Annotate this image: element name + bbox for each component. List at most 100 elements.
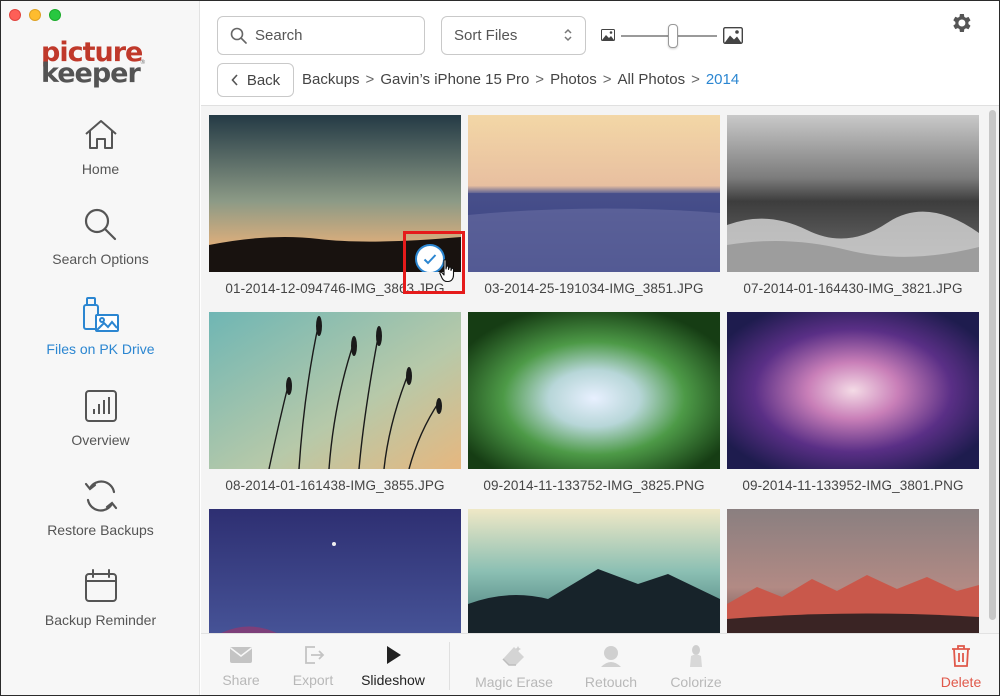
thumbnail-size-slider[interactable]	[601, 23, 743, 49]
search-input[interactable]	[255, 27, 405, 44]
photo-ocean-waves	[727, 115, 979, 272]
sidebar-item-label: Home	[81, 161, 120, 177]
photo-thumbnail	[209, 509, 461, 633]
photo-tile[interactable]	[468, 509, 720, 633]
sidebar-item-restore-backups[interactable]: Restore Backups	[1, 478, 200, 558]
small-image-icon	[601, 29, 615, 41]
share-button[interactable]: Share	[221, 644, 261, 688]
settings-button[interactable]	[949, 11, 973, 40]
vertical-scrollbar[interactable]	[985, 106, 999, 633]
selected-check-badge[interactable]	[415, 244, 445, 272]
delete-label: Delete	[940, 674, 982, 690]
photo-tile[interactable]	[209, 509, 461, 633]
sidebar: picture keeper® Home Search Options File…	[1, 1, 200, 695]
file-name: 09-2014-11-133752-IMG_3825.PNG	[483, 478, 705, 493]
sidebar-item-label: Restore Backups	[47, 522, 154, 538]
checkmark-icon	[423, 254, 437, 265]
breadcrumb: Backups > Gavin’s iPhone 15 Pro > Photos…	[302, 71, 739, 88]
export-button[interactable]: Export	[289, 644, 337, 688]
sidebar-item-files-on-pk-drive[interactable]: Files on PK Drive	[1, 297, 200, 377]
file-name: 01-2014-12-094746-IMG_3863.JPG	[225, 281, 445, 296]
breadcrumb-all-photos[interactable]: All Photos	[618, 71, 686, 88]
breadcrumb-separator: >	[535, 71, 545, 88]
photo-tile[interactable]: 09-2014-11-133752-IMG_3825.PNG	[468, 312, 720, 493]
file-name: 08-2014-01-161438-IMG_3855.JPG	[225, 478, 445, 493]
photo-tile[interactable]: 03-2014-25-191034-IMG_3851.JPG	[468, 115, 720, 296]
chevron-up-down-icon	[564, 28, 572, 42]
eraser-icon	[502, 646, 524, 666]
export-label: Export	[292, 672, 334, 688]
chevron-left-icon	[231, 74, 238, 86]
breadcrumb-separator: >	[602, 71, 612, 88]
app-window: picture keeper® Home Search Options File…	[0, 0, 1000, 696]
photo-tile[interactable]: 07-2014-01-164430-IMG_3821.JPG	[727, 115, 979, 296]
slideshow-button[interactable]: Slideshow	[358, 644, 428, 688]
colorize-button[interactable]: Colorize	[668, 644, 724, 690]
scrollbar-thumb[interactable]	[989, 110, 996, 620]
home-icon	[84, 120, 117, 149]
sidebar-item-home[interactable]: Home	[1, 117, 200, 197]
photo-red-mountains	[727, 509, 979, 633]
close-window-button[interactable]	[9, 9, 21, 21]
search-icon	[84, 208, 116, 241]
photo-thumbnail	[209, 115, 461, 272]
logo-trademark: ®	[139, 59, 146, 66]
photo-thumbnail	[727, 115, 979, 272]
sidebar-item-overview[interactable]: Overview	[1, 388, 200, 468]
delete-button[interactable]: Delete	[937, 644, 985, 690]
photo-night-moon	[209, 509, 461, 633]
colorize-label: Colorize	[670, 674, 722, 690]
large-image-icon	[723, 27, 743, 44]
app-logo: picture keeper®	[41, 39, 161, 87]
file-name: 03-2014-25-191034-IMG_3851.JPG	[484, 281, 704, 296]
search-icon	[230, 27, 247, 44]
sort-files-dropdown[interactable]: Sort Files	[441, 16, 586, 55]
photo-tile[interactable]	[727, 509, 979, 633]
photo-grid: 01-2014-12-094746-IMG_3863.JPG 03-2014-2…	[201, 105, 999, 633]
colorize-statue-icon	[690, 645, 702, 667]
search-field[interactable]	[217, 16, 425, 55]
breadcrumb-separator: >	[691, 71, 700, 88]
restore-icon	[84, 480, 117, 512]
calendar-icon	[84, 569, 117, 602]
slider-thumb[interactable]	[667, 24, 678, 48]
sidebar-item-label: Search Options	[52, 251, 149, 267]
photo-thumbnail	[727, 312, 979, 469]
sidebar-item-label: Overview	[71, 432, 130, 448]
slideshow-label: Slideshow	[361, 672, 425, 688]
export-icon	[305, 646, 325, 664]
back-label: Back	[246, 71, 281, 89]
magic-erase-button[interactable]: Magic Erase	[473, 644, 555, 690]
photo-thumbnail	[468, 509, 720, 633]
breadcrumb-backups[interactable]: Backups	[302, 71, 360, 88]
breadcrumb-separator: >	[365, 71, 375, 88]
breadcrumb-device[interactable]: Gavin’s iPhone 15 Pro	[380, 71, 529, 88]
photo-tile[interactable]: 09-2014-11-133952-IMG_3801.PNG	[727, 312, 979, 493]
photo-thumbnail	[209, 312, 461, 469]
back-button[interactable]: Back	[217, 63, 294, 97]
play-icon	[387, 646, 401, 664]
sidebar-item-backup-reminder[interactable]: Backup Reminder	[1, 568, 200, 648]
maximize-window-button[interactable]	[49, 9, 61, 21]
photo-thumbnail	[468, 115, 720, 272]
sidebar-item-search-options[interactable]: Search Options	[1, 207, 200, 287]
chart-icon	[84, 390, 117, 422]
file-name: 09-2014-11-133952-IMG_3801.PNG	[742, 478, 964, 493]
gear-icon	[953, 14, 971, 32]
photo-tile[interactable]: 08-2014-01-161438-IMG_3855.JPG	[209, 312, 461, 493]
toolbar-divider	[449, 642, 450, 690]
share-label: Share	[222, 672, 260, 688]
photo-tile[interactable]: 01-2014-12-094746-IMG_3863.JPG	[209, 115, 461, 296]
photo-thumbnail	[468, 312, 720, 469]
envelope-icon	[230, 647, 252, 663]
bottom-toolbar: Share Export Slideshow Magic Erase Retou…	[201, 633, 999, 695]
trash-icon	[952, 645, 970, 667]
photo-mountain-teal	[468, 509, 720, 633]
drive-files-icon	[82, 297, 119, 332]
breadcrumb-photos[interactable]: Photos	[550, 71, 597, 88]
retouch-button[interactable]: Retouch	[584, 644, 638, 690]
minimize-window-button[interactable]	[29, 9, 41, 21]
sidebar-item-label: Backup Reminder	[44, 612, 157, 628]
photo-green-abstract	[468, 312, 720, 469]
file-name: 07-2014-01-164430-IMG_3821.JPG	[743, 281, 963, 296]
